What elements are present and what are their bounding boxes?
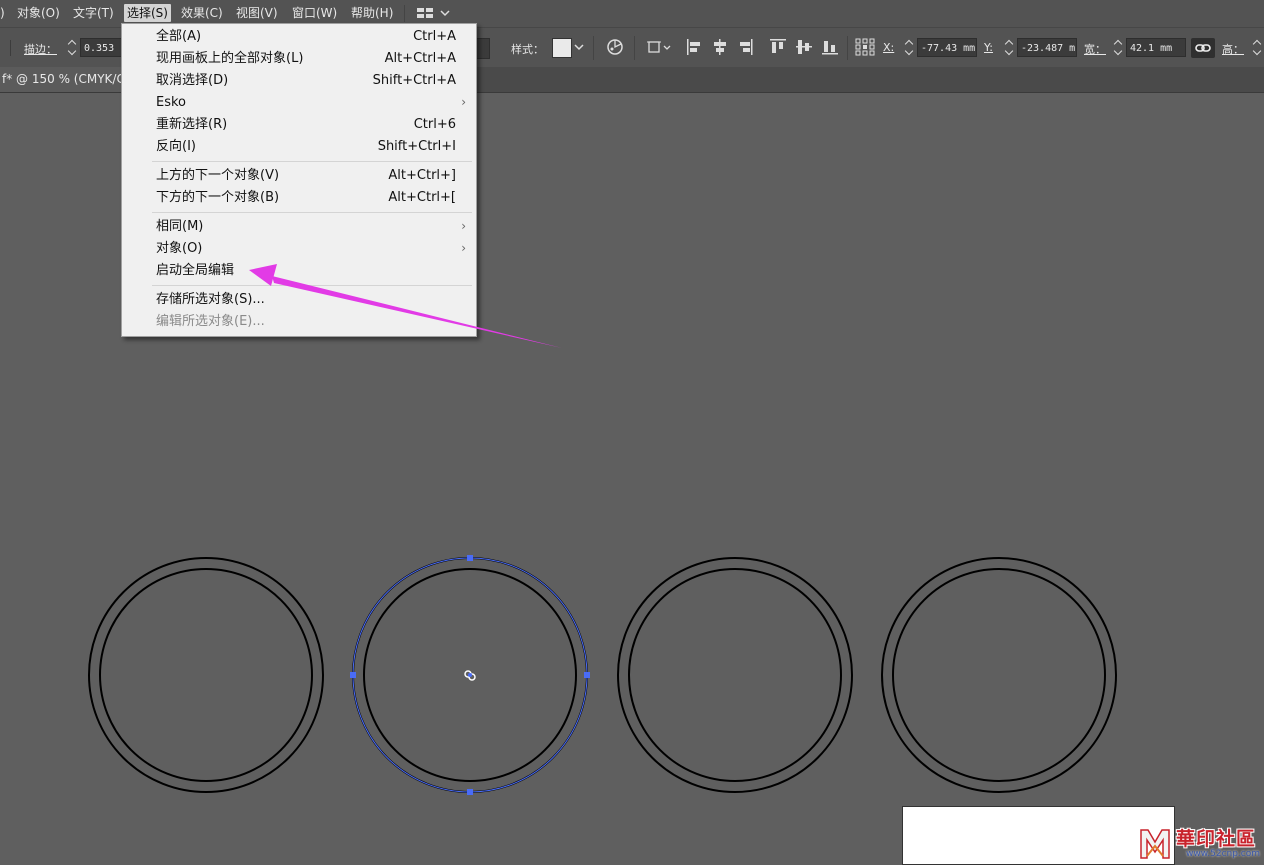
anchor-point-top	[467, 555, 473, 561]
menu-select[interactable]: 选择(S)	[124, 4, 171, 22]
stroke-stepper-icon[interactable]	[66, 39, 78, 57]
menu-item-deselect[interactable]: 取消选择(D) Shift+Ctrl+A	[122, 70, 476, 92]
menu-separator	[152, 285, 472, 286]
align-to-selection-icon[interactable]	[646, 38, 672, 59]
menu-item-object[interactable]: 对象(O) ›	[122, 238, 476, 260]
ring-2-selected[interactable]	[350, 555, 590, 795]
layout-grid-icon[interactable]	[417, 8, 453, 23]
reference-point-icon[interactable]	[855, 38, 875, 59]
menu-separator	[152, 161, 472, 162]
height-stepper-icon[interactable]	[1251, 39, 1263, 57]
menu-item-edit-selection: 编辑所选对象(E)...	[156, 314, 265, 329]
width-input[interactable]: 42.1 mm	[1126, 38, 1186, 57]
chevron-down-icon[interactable]	[572, 38, 586, 56]
align-vertical-center-icon[interactable]	[795, 38, 813, 59]
align-horizontal-center-icon[interactable]	[712, 38, 728, 59]
menu-type[interactable]: 文字(T)	[73, 5, 114, 21]
align-top-icon[interactable]	[769, 38, 787, 59]
x-label[interactable]: X:	[883, 41, 894, 54]
menu-partial-item[interactable]: )	[0, 5, 5, 21]
menu-help[interactable]: 帮助(H)	[351, 5, 393, 21]
y-label[interactable]: Y:	[984, 41, 993, 54]
menu-item-next-object-above[interactable]: 上方的下一个对象(V) Alt+Ctrl+]	[122, 165, 476, 187]
align-left-icon[interactable]	[686, 38, 702, 59]
watermark: 華印社區 www.52cnp.com	[1138, 824, 1264, 863]
menu-item-select-all-artboard[interactable]: 现用画板上的全部对象(L) Alt+Ctrl+A	[122, 48, 476, 70]
white-artboard[interactable]	[902, 806, 1175, 865]
x-stepper-icon[interactable]	[903, 39, 915, 57]
constrain-proportions-link-icon[interactable]	[1191, 38, 1215, 58]
variable-width-field[interactable]	[476, 38, 490, 59]
menubar-divider	[404, 5, 405, 22]
watermark-logo-icon	[1140, 829, 1170, 859]
height-label[interactable]: 高：	[1222, 41, 1244, 57]
ring-4[interactable]	[881, 557, 1117, 793]
anchor-point-left	[350, 672, 356, 678]
menu-view[interactable]: 视图(V)	[236, 5, 278, 21]
chevron-right-icon: ›	[461, 95, 466, 109]
menu-item-esko[interactable]: Esko ›	[122, 92, 476, 114]
stroke-weight-input[interactable]: 0.353	[80, 38, 125, 57]
menu-object[interactable]: 对象(O)	[17, 5, 60, 21]
recolor-artwork-icon[interactable]	[606, 38, 624, 59]
menu-item-select-all[interactable]: 全部(A) Ctrl+A	[122, 26, 476, 48]
align-bottom-icon[interactable]	[821, 38, 839, 59]
menu-item-same[interactable]: 相同(M) ›	[122, 216, 476, 238]
center-point-icon	[464, 670, 476, 681]
watermark-title: 華印社區	[1176, 828, 1257, 850]
menu-window[interactable]: 窗口(W)	[292, 5, 337, 21]
x-position-input[interactable]: -77.43 mm	[917, 38, 977, 57]
ring-3[interactable]	[617, 557, 853, 793]
menu-item-inverse[interactable]: 反向(I) Shift+Ctrl+I	[122, 136, 476, 158]
menu-item-reselect[interactable]: 重新选择(R) Ctrl+6	[122, 114, 476, 136]
y-stepper-icon[interactable]	[1003, 39, 1015, 57]
chevron-right-icon: ›	[461, 241, 466, 255]
ring-1[interactable]	[88, 557, 324, 793]
width-label[interactable]: 宽：	[1084, 41, 1106, 57]
anchor-point-right	[584, 672, 590, 678]
menu-item-start-global-edit[interactable]: 启动全局编辑	[122, 260, 476, 282]
graphic-style-swatch[interactable]	[552, 38, 572, 58]
dropdown-stub[interactable]	[0, 40, 11, 56]
document-tab[interactable]: f* @ 150 % (CMYK/C	[0, 67, 132, 92]
menu-separator	[152, 212, 472, 213]
menu-item-next-object-below[interactable]: 下方的下一个对象(B) Alt+Ctrl+[	[122, 187, 476, 209]
stroke-label[interactable]: 描边：	[24, 41, 57, 57]
watermark-url: www.52cnp.com	[1186, 849, 1261, 859]
width-stepper-icon[interactable]	[1112, 39, 1124, 57]
chevron-right-icon: ›	[461, 219, 466, 233]
anchor-point-bottom	[467, 789, 473, 795]
select-menu-dropdown: 全部(A) Ctrl+A 现用画板上的全部对象(L) Alt+Ctrl+A 取消…	[121, 23, 477, 337]
menu-effect[interactable]: 效果(C)	[181, 5, 223, 21]
y-position-input[interactable]: -23.487 m	[1017, 38, 1077, 57]
style-label: 样式：	[511, 43, 544, 56]
menu-item-save-selection[interactable]: 存储所选对象(S)...	[122, 289, 476, 311]
align-right-icon[interactable]	[738, 38, 754, 59]
